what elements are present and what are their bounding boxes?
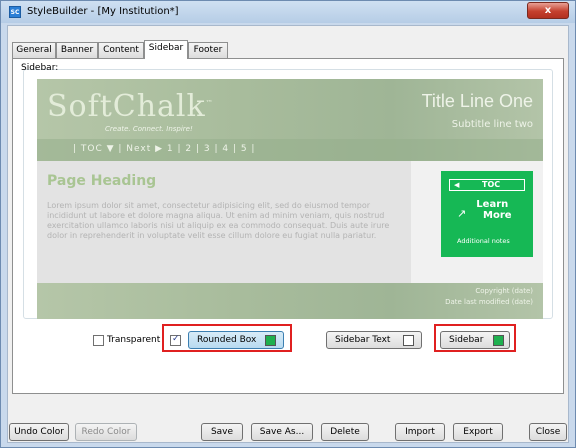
rounded-box-button[interactable]: Rounded Box bbox=[188, 331, 284, 349]
logo-trademark: ™ bbox=[205, 99, 214, 107]
sidebar-color-label: Sidebar bbox=[449, 335, 484, 345]
toc-button: ◀ TOC bbox=[449, 179, 525, 191]
logo-text: SoftChalk bbox=[47, 89, 206, 124]
undo-color-button[interactable]: Undo Color bbox=[9, 423, 69, 441]
preview-banner: SoftChalk™ Create. Connect. Inspire! Tit… bbox=[37, 79, 543, 161]
preview-footer: Copyright (date) Date last modified (dat… bbox=[37, 283, 543, 319]
lorem-text: Lorem ipsum dolor sit amet, consectetur … bbox=[47, 201, 390, 240]
learn-line: Learn bbox=[476, 199, 509, 210]
tab-banner[interactable]: Banner bbox=[56, 42, 98, 58]
learn-more-text: Learn More bbox=[473, 199, 512, 221]
import-button[interactable]: Import bbox=[395, 423, 445, 441]
close-window-button[interactable]: x bbox=[527, 2, 569, 19]
stylebuilder-window: SC StyleBuilder - [My Institution*] x Ge… bbox=[0, 0, 576, 448]
pointer-arrow-icon: ↗ bbox=[457, 207, 467, 220]
style-preview: SoftChalk™ Create. Connect. Inspire! Tit… bbox=[37, 79, 543, 319]
sidebar-text-color-swatch bbox=[403, 335, 414, 346]
banner-title-line: Title Line One bbox=[421, 91, 533, 111]
save-as-button[interactable]: Save As... bbox=[251, 423, 313, 441]
delete-button[interactable]: Delete bbox=[321, 423, 369, 441]
additional-notes: Additional notes bbox=[457, 237, 510, 245]
sidebar-options-row: Transparent Rounded Box Sidebar Text Sid… bbox=[8, 324, 570, 354]
softchalk-logo: SoftChalk™ bbox=[47, 89, 214, 124]
copyright-text: Copyright (date) bbox=[475, 287, 533, 295]
logo-tagline: Create. Connect. Inspire! bbox=[105, 125, 193, 133]
transparent-label: Transparent bbox=[107, 335, 161, 345]
bottom-button-bar: Undo Color Redo Color Save Save As... De… bbox=[7, 421, 569, 443]
sidebar-color-swatch bbox=[493, 335, 504, 346]
dialog-content: General Banner Content Sidebar Footer Si… bbox=[7, 25, 569, 443]
sidebar-text-button[interactable]: Sidebar Text bbox=[326, 331, 422, 349]
rounded-box-color-swatch bbox=[265, 335, 276, 346]
tab-footer[interactable]: Footer bbox=[188, 42, 228, 58]
export-button[interactable]: Export bbox=[453, 423, 503, 441]
save-button[interactable]: Save bbox=[201, 423, 243, 441]
window-title: StyleBuilder - [My Institution*] bbox=[27, 6, 179, 17]
toc-label: TOC bbox=[482, 180, 501, 189]
preview-navbar: | TOC ▼ | Next ▶ 1 | 2 | 3 | 4 | 5 | bbox=[37, 139, 543, 161]
sidebar-text-label: Sidebar Text bbox=[335, 335, 391, 345]
app-icon: SC bbox=[9, 6, 21, 18]
preview-content-area: Page Heading Lorem ipsum dolor sit amet,… bbox=[37, 161, 411, 283]
page-heading: Page Heading bbox=[47, 173, 157, 189]
preview-sidebar-box: ◀ TOC ↗ Learn More Additional notes bbox=[441, 171, 533, 257]
rounded-box-label: Rounded Box bbox=[197, 335, 257, 345]
redo-color-button[interactable]: Redo Color bbox=[75, 423, 137, 441]
rounded-box-checkbox[interactable] bbox=[170, 334, 181, 346]
more-line: More bbox=[483, 210, 512, 221]
sidebar-color-button[interactable]: Sidebar bbox=[440, 331, 510, 349]
left-arrow-icon: ◀ bbox=[454, 181, 460, 189]
nav-text: | TOC ▼ | Next ▶ 1 | 2 | 3 | 4 | 5 | bbox=[73, 144, 256, 154]
sidebar-group-label: Sidebar: bbox=[21, 63, 59, 73]
banner-subtitle-line: Subtitle line two bbox=[451, 119, 533, 130]
tab-content[interactable]: Content bbox=[98, 42, 144, 58]
transparent-checkbox[interactable] bbox=[93, 335, 104, 346]
title-bar[interactable]: SC StyleBuilder - [My Institution*] x bbox=[1, 1, 575, 23]
close-button[interactable]: Close bbox=[529, 423, 567, 441]
tab-general[interactable]: General bbox=[12, 42, 56, 58]
last-modified-text: Date last modified (date) bbox=[445, 298, 533, 306]
tab-sidebar[interactable]: Sidebar bbox=[144, 40, 188, 59]
